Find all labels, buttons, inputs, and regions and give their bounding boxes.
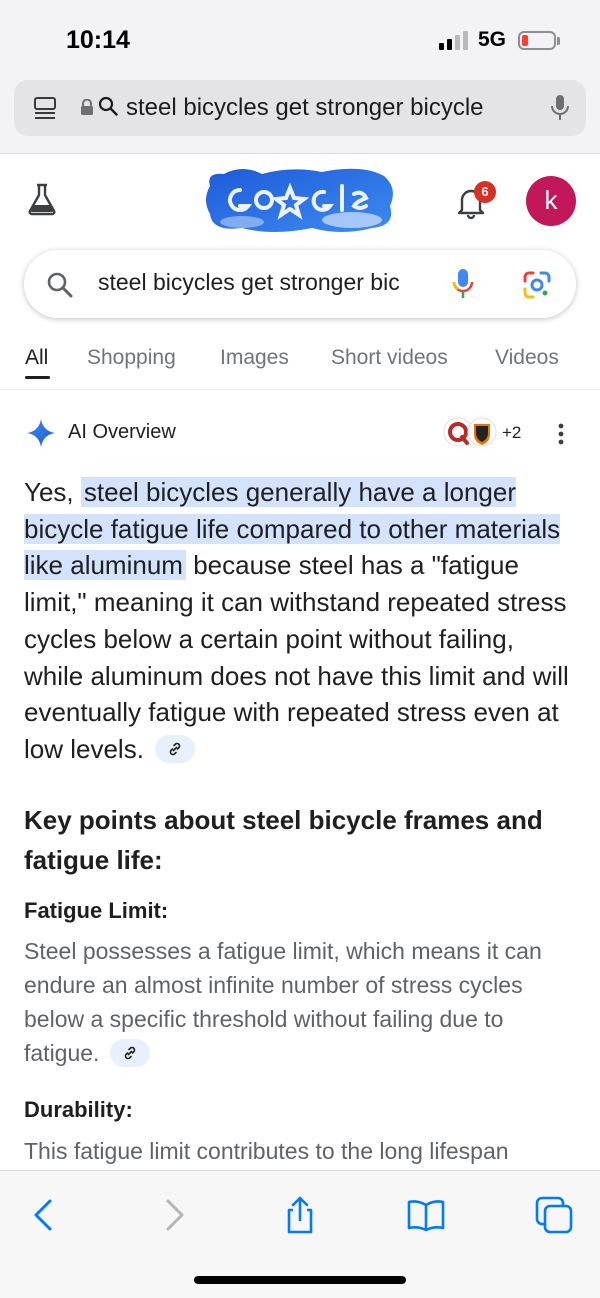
answer-rest: because steel has a "fatigue limit," mea… (24, 550, 569, 764)
ai-answer-paragraph: Yes, steel bicycles generally have a lon… (24, 474, 576, 768)
forward-icon[interactable] (154, 1195, 194, 1235)
search-icon (98, 96, 118, 116)
source-link-chip[interactable] (109, 1038, 150, 1067)
search-icon (47, 272, 73, 298)
google-doodle-logo[interactable] (202, 166, 398, 234)
more-sources-count[interactable]: +2 (502, 423, 521, 443)
page-menu-icon[interactable] (32, 95, 58, 121)
search-input[interactable]: steel bicycles get stronger bic (98, 269, 428, 296)
voice-search-icon[interactable] (451, 267, 475, 301)
tab-shopping[interactable]: Shopping (87, 346, 176, 370)
more-options-icon[interactable] (556, 422, 566, 446)
status-bar: 10:14 5G (0, 0, 600, 80)
labs-flask-icon[interactable] (26, 182, 58, 216)
point-text-durability: This fatigue limit contributes to the lo… (24, 1138, 509, 1164)
bookmarks-icon[interactable] (406, 1195, 446, 1235)
point-heading-durability: Durability: (24, 1097, 133, 1122)
network-type: 5G (478, 28, 507, 51)
point-text-fatigue-limit: Steel possesses a fatigue limit, which m… (24, 934, 576, 1070)
key-points-heading: Key points about steel bicycle frames an… (24, 805, 543, 875)
google-lens-icon[interactable] (522, 270, 552, 300)
tab-short-videos[interactable]: Short videos (331, 346, 448, 370)
account-avatar[interactable]: k (526, 176, 576, 226)
status-time: 10:14 (66, 26, 130, 54)
search-tabs: All Shopping Images Short videos Videos (0, 338, 600, 390)
tab-all[interactable]: All (25, 346, 48, 370)
battery-cap (557, 37, 560, 45)
tabs-icon[interactable] (534, 1195, 574, 1235)
share-icon[interactable] (280, 1195, 320, 1235)
cellular-signal-icon (439, 30, 469, 50)
point-heading-fatigue-limit: Fatigue Limit: (24, 898, 169, 923)
battery-icon (518, 31, 556, 50)
ai-overview-title: AI Overview (68, 421, 176, 443)
source-link-chip[interactable] (155, 735, 196, 764)
link-icon (124, 1046, 136, 1060)
notification-count-badge: 6 (474, 181, 496, 203)
tab-videos[interactable]: Videos (495, 346, 559, 370)
ai-sparkle-icon (27, 419, 55, 447)
active-tab-indicator (25, 376, 50, 379)
lock-icon (81, 99, 93, 115)
tab-images[interactable]: Images (220, 346, 289, 370)
back-icon[interactable] (24, 1195, 64, 1235)
screen: 10:14 5G steel bicycles get stronger bic… (0, 0, 600, 1298)
link-icon (169, 742, 181, 756)
point-text: Steel possesses a fatigue limit, which m… (24, 938, 542, 1066)
home-indicator[interactable] (194, 1276, 406, 1284)
search-box[interactable]: steel bicycles get stronger bic (24, 250, 576, 318)
address-bar[interactable]: steel bicycles get stronger bicycle (14, 80, 586, 136)
answer-prefix: Yes, (24, 477, 74, 507)
url-text[interactable]: steel bicycles get stronger bicycle (126, 94, 530, 122)
browser-address-area: steel bicycles get stronger bicycle (0, 80, 600, 154)
microphone-icon[interactable] (550, 93, 570, 123)
source-favicons-icon[interactable] (442, 416, 498, 448)
